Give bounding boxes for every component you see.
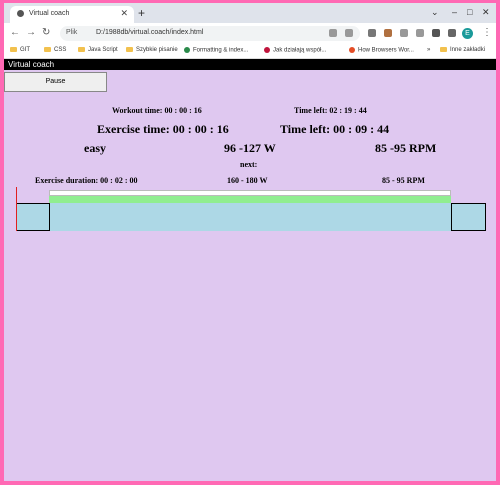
new-tab-icon[interactable]: + (138, 6, 145, 20)
previous-exercise-block (16, 203, 50, 231)
next-exercise-block (451, 203, 486, 231)
reload-icon[interactable]: ↻ (42, 27, 50, 38)
bookmark-other[interactable]: Inne zakładki (440, 47, 485, 53)
next-label: next: (240, 160, 258, 169)
bookmark-javascript[interactable]: Java Script (78, 47, 118, 53)
page-content: Virtual coach Pause Workout time: 00 : 0… (4, 59, 496, 481)
folder-icon (126, 47, 133, 52)
browser-window: Virtual coach ✕ + ⌄ – □ ✕ ← → ↻ Plik D:/… (4, 3, 496, 481)
extension-icon[interactable] (400, 29, 408, 37)
minimize-icon[interactable]: – (452, 7, 457, 17)
site-icon (264, 47, 270, 53)
target-band (49, 196, 451, 203)
next-cadence: 85 - 95 RPM (382, 176, 425, 185)
tab-strip: Virtual coach ✕ + ⌄ – □ ✕ (4, 3, 496, 23)
current-exercise-block (49, 203, 451, 231)
bookmarks-bar: GIT CSS Java Script Szybkie pisanie Form… (4, 44, 496, 59)
current-power: 96 -127 W (224, 141, 276, 155)
forward-icon[interactable]: → (26, 27, 36, 38)
next-power: 160 - 180 W (227, 176, 268, 185)
progress-marker (16, 187, 17, 231)
tab-search-icon[interactable]: ⌄ (431, 7, 439, 18)
exercise-time: Exercise time: 00 : 00 : 16 (97, 122, 229, 136)
folder-icon (10, 47, 17, 52)
next-duration: Exercise duration: 00 : 02 : 00 (35, 176, 138, 185)
site-icon (184, 47, 190, 53)
bookmark-css[interactable]: CSS (44, 47, 66, 53)
bookmark-szybkie-pisanie[interactable]: Szybkie pisanie (126, 47, 178, 53)
folder-icon (78, 47, 85, 52)
app-header: Virtual coach (4, 59, 496, 70)
workout-time-left: Time left: 02 : 19 : 44 (294, 106, 367, 115)
bookmark-formatting[interactable]: Formatting & index... (184, 47, 248, 54)
back-icon[interactable]: ← (10, 27, 20, 38)
current-intensity: easy (84, 141, 106, 155)
extension-icon[interactable] (368, 29, 376, 37)
address-url: D:/1988db/virtual.coach/index.html (96, 29, 204, 36)
maximize-icon[interactable]: □ (467, 7, 472, 17)
folder-icon (440, 47, 447, 52)
sidepanel-icon[interactable] (432, 29, 440, 37)
bookmark-jak-dzialaja[interactable]: Jak działają współ... (264, 47, 326, 54)
tab-virtual-coach[interactable]: Virtual coach ✕ (10, 6, 134, 23)
cookie-icon[interactable] (384, 29, 392, 37)
bookmark-how-browsers[interactable]: How Browsers Wor... (349, 47, 414, 54)
download-icon[interactable] (448, 29, 456, 37)
folder-icon (44, 47, 51, 52)
site-icon (349, 47, 355, 53)
puzzle-icon[interactable] (416, 29, 424, 37)
more-bookmarks-icon[interactable]: » (427, 47, 430, 53)
menu-icon[interactable]: ⋮ (482, 27, 492, 38)
bookmark-git[interactable]: GIT (10, 47, 30, 53)
address-bar[interactable]: Plik D:/1988db/virtual.coach/index.html (60, 26, 360, 41)
exercise-time-left: Time left: 00 : 09 : 44 (280, 122, 390, 136)
profile-avatar[interactable]: E (462, 28, 473, 39)
close-window-icon[interactable]: ✕ (482, 7, 490, 18)
share-icon[interactable] (329, 29, 337, 37)
globe-icon (17, 10, 24, 17)
tab-title: Virtual coach (29, 10, 70, 17)
workout-time: Workout time: 00 : 00 : 16 (112, 106, 202, 115)
pause-button[interactable]: Pause (4, 72, 107, 92)
current-cadence: 85 -95 RPM (375, 141, 437, 155)
address-info: Plik (66, 29, 78, 36)
star-icon[interactable] (345, 29, 353, 37)
browser-toolbar: ← → ↻ Plik D:/1988db/virtual.coach/index… (4, 23, 496, 44)
close-tab-icon[interactable]: ✕ (120, 8, 128, 19)
